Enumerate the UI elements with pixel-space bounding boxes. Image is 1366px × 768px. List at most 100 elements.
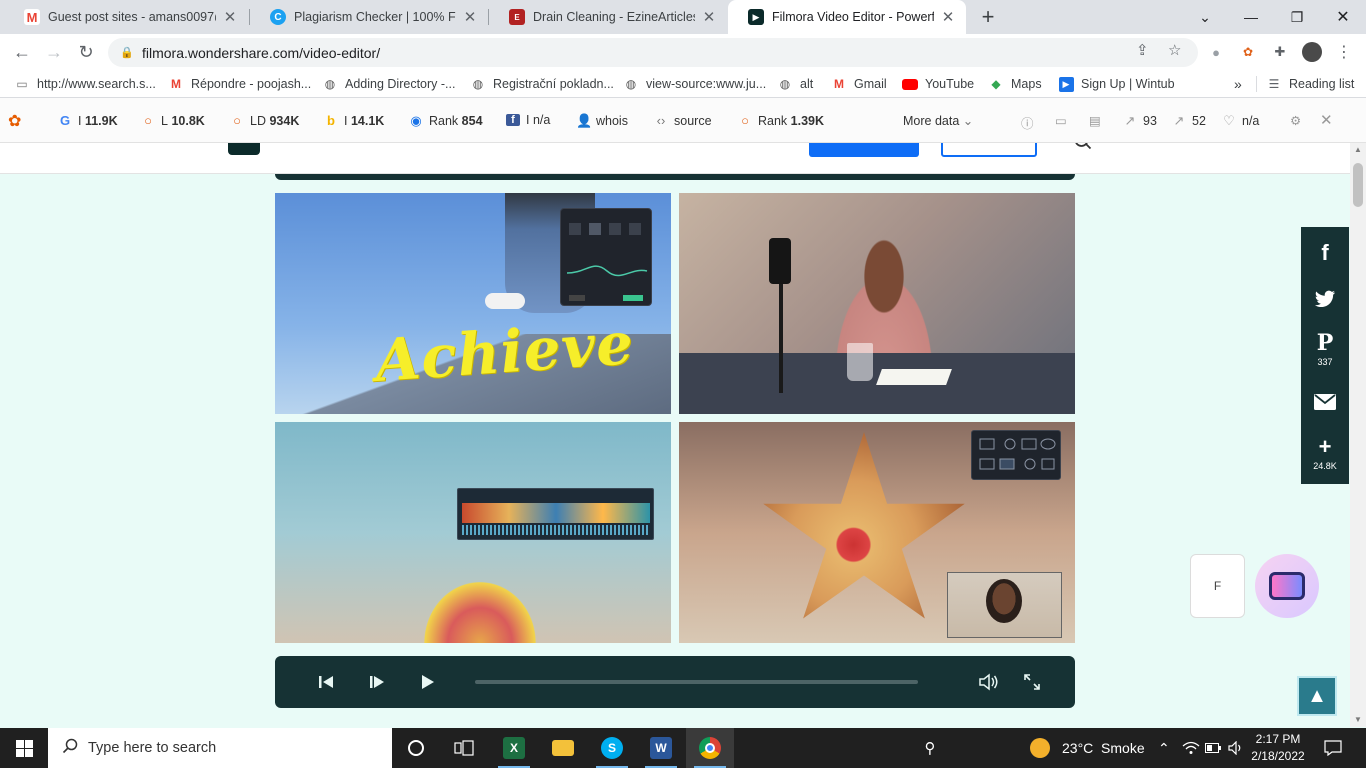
extensions-puzzle-icon[interactable]: ✚ [1270,42,1290,62]
pinterest-share-button[interactable]: P 337 [1301,325,1349,373]
task-view-icon[interactable] [440,728,488,768]
seo-metric[interactable]: ◉ Rank 854 [409,113,482,129]
tab-gmail[interactable]: M Guest post sites - amans0097@g ✕ [4,0,248,34]
bookmark-label: Maps [1011,77,1042,91]
close-icon[interactable]: ✕ [222,8,238,26]
back-arrow-icon[interactable]: ← [8,38,36,66]
wifi-icon[interactable] [1182,728,1200,768]
internal-link-icon: ↗ [1173,113,1185,128]
close-window-button[interactable]: ✕ [1320,0,1366,34]
cortana-icon[interactable] [392,728,440,768]
url-text[interactable]: filmora.wondershare.com/video-editor/ [142,45,380,61]
previous-frame-icon[interactable] [313,669,339,695]
seo-metric[interactable]: 👤 whois [576,113,628,129]
bookmark-item[interactable]: YouTube [902,76,974,92]
forward-arrow-icon[interactable]: → [40,38,68,66]
page-scrollbar[interactable]: ▲ ▼ [1350,143,1366,727]
scroll-down-arrow-icon[interactable]: ▼ [1354,715,1362,724]
chat-preview-box[interactable]: F [1190,554,1245,618]
excel-app-icon[interactable]: X [490,728,538,768]
close-icon[interactable]: ✕ [1320,111,1333,129]
bookmark-item[interactable]: M Répondre - poojash... [168,76,311,92]
search-icon[interactable] [1074,143,1094,157]
more-bookmarks-button[interactable]: » [1234,76,1242,92]
file-explorer-app-icon[interactable] [539,728,587,768]
facebook-share-button[interactable]: f [1301,229,1349,277]
share-icon[interactable]: ⇪ [1136,41,1149,59]
seo-extension-icon[interactable]: ✿ [1238,42,1258,62]
bookmark-star-icon[interactable]: ☆ [1168,41,1181,59]
reading-list-button[interactable]: ☰ Reading list [1266,76,1355,92]
chat-launcher-button[interactable] [1255,554,1319,618]
fullscreen-icon[interactable] [1019,669,1045,695]
scroll-up-arrow-icon[interactable]: ▲ [1354,145,1362,154]
twitter-share-button[interactable] [1301,277,1349,325]
avatar[interactable] [1302,42,1322,62]
settings-gear-icon[interactable]: ⚙ [1290,113,1301,128]
play-icon[interactable] [414,669,440,695]
battery-icon[interactable] [1205,728,1221,768]
minimize-button[interactable]: — [1228,0,1274,34]
start-button[interactable] [0,728,48,768]
people-search-icon[interactable]: ⚲ [906,728,954,768]
tab-search-icon[interactable]: ⌄ [1182,0,1228,34]
taskbar-search-box[interactable]: Type here to search [48,728,392,768]
seo-metric[interactable]: ‹› source [654,113,712,128]
external-links-metric[interactable]: ↗ 93 [1123,113,1157,129]
bookmark-item[interactable]: ▶ Sign Up | Wintub [1058,76,1175,92]
seo-metric[interactable]: GI 11.9K [58,113,118,128]
scrollbar-thumb[interactable] [1353,163,1363,207]
lock-icon[interactable]: 🔒 [120,46,134,59]
tab-filmora[interactable]: ▶ Filmora Video Editor - Powerful V ✕ [728,0,966,34]
reload-icon[interactable]: ↻ [72,38,100,66]
bookmark-item[interactable]: ◆ Maps [988,76,1042,92]
bookmark-item[interactable]: ◍ alt [777,76,813,92]
bookmark-item[interactable]: ◍ Adding Directory -... [322,76,456,92]
more-data-dropdown[interactable]: More data ⌄ [903,113,973,129]
seo-metric[interactable]: fI n/a [506,113,550,127]
screen-icon[interactable]: ▭ [1055,113,1067,128]
bookmark-item[interactable]: ◍ Registrační pokladn... [470,76,614,92]
next-frame-icon[interactable] [364,669,390,695]
tab-ezinearticles[interactable]: E Drain Cleaning - EzineArticles Se ✕ [489,0,727,34]
pinterest-count: 337 [1317,356,1333,367]
close-icon[interactable]: ✕ [462,8,478,26]
kebab-menu-icon[interactable]: ⋮ [1334,42,1354,62]
seo-metric[interactable]: ○ LD 934K [230,113,299,128]
extension-grey-icon[interactable]: ● [1206,42,1226,62]
speaker-icon[interactable] [1228,728,1244,768]
seoquake-logo-icon[interactable]: ✿ [8,111,21,131]
address-bar[interactable]: 🔒 filmora.wondershare.com/video-editor/ [108,38,1198,67]
seo-metric[interactable]: bI 14.1K [324,113,384,128]
new-tab-button[interactable]: + [976,3,1000,31]
close-icon[interactable]: ✕ [701,8,717,26]
close-icon[interactable]: ✕ [940,8,956,26]
info-icon[interactable]: ⓘ [1021,113,1034,132]
internal-links-metric[interactable]: ↗ 52 [1172,113,1206,129]
email-share-button[interactable] [1301,379,1349,427]
health-metric[interactable]: ♡ n/a [1222,113,1259,129]
download-button[interactable] [809,143,919,157]
bookmark-item[interactable]: ◍ view-source:www.ju... [623,76,766,92]
page-icon[interactable]: ▤ [1089,113,1101,128]
word-app-icon[interactable]: W [637,728,685,768]
buy-now-button[interactable] [941,143,1037,157]
restore-button[interactable]: ❐ [1274,0,1320,34]
scroll-to-top-button[interactable]: ▲ [1297,676,1337,716]
volume-icon[interactable] [976,669,1002,695]
video-progress-bar[interactable] [475,680,918,684]
show-hidden-icons-chevron-icon[interactable]: ⌃ [1158,728,1170,768]
taskbar-clock[interactable]: 2:17 PM 2/18/2022 [1246,731,1310,765]
filmora-logo[interactable] [228,143,260,155]
notifications-icon[interactable] [1324,728,1342,768]
metric-prefix: I [344,113,348,128]
chrome-app-icon[interactable] [686,728,734,768]
weather-widget[interactable]: 23°C Smoke [1030,728,1145,768]
seo-metric[interactable]: ○ L 10.8K [141,113,205,128]
seo-metric[interactable]: ○ Rank 1.39K [738,113,824,128]
tab-plagiarism-checker[interactable]: C Plagiarism Checker | 100% Free a ✕ [250,0,488,34]
bookmark-item[interactable]: ▭ http://www.search.s... [14,76,155,92]
bookmark-item[interactable]: M Gmail [831,76,887,92]
skype-app-icon[interactable]: S [588,728,636,768]
more-share-button[interactable]: +24.8K [1301,429,1349,477]
